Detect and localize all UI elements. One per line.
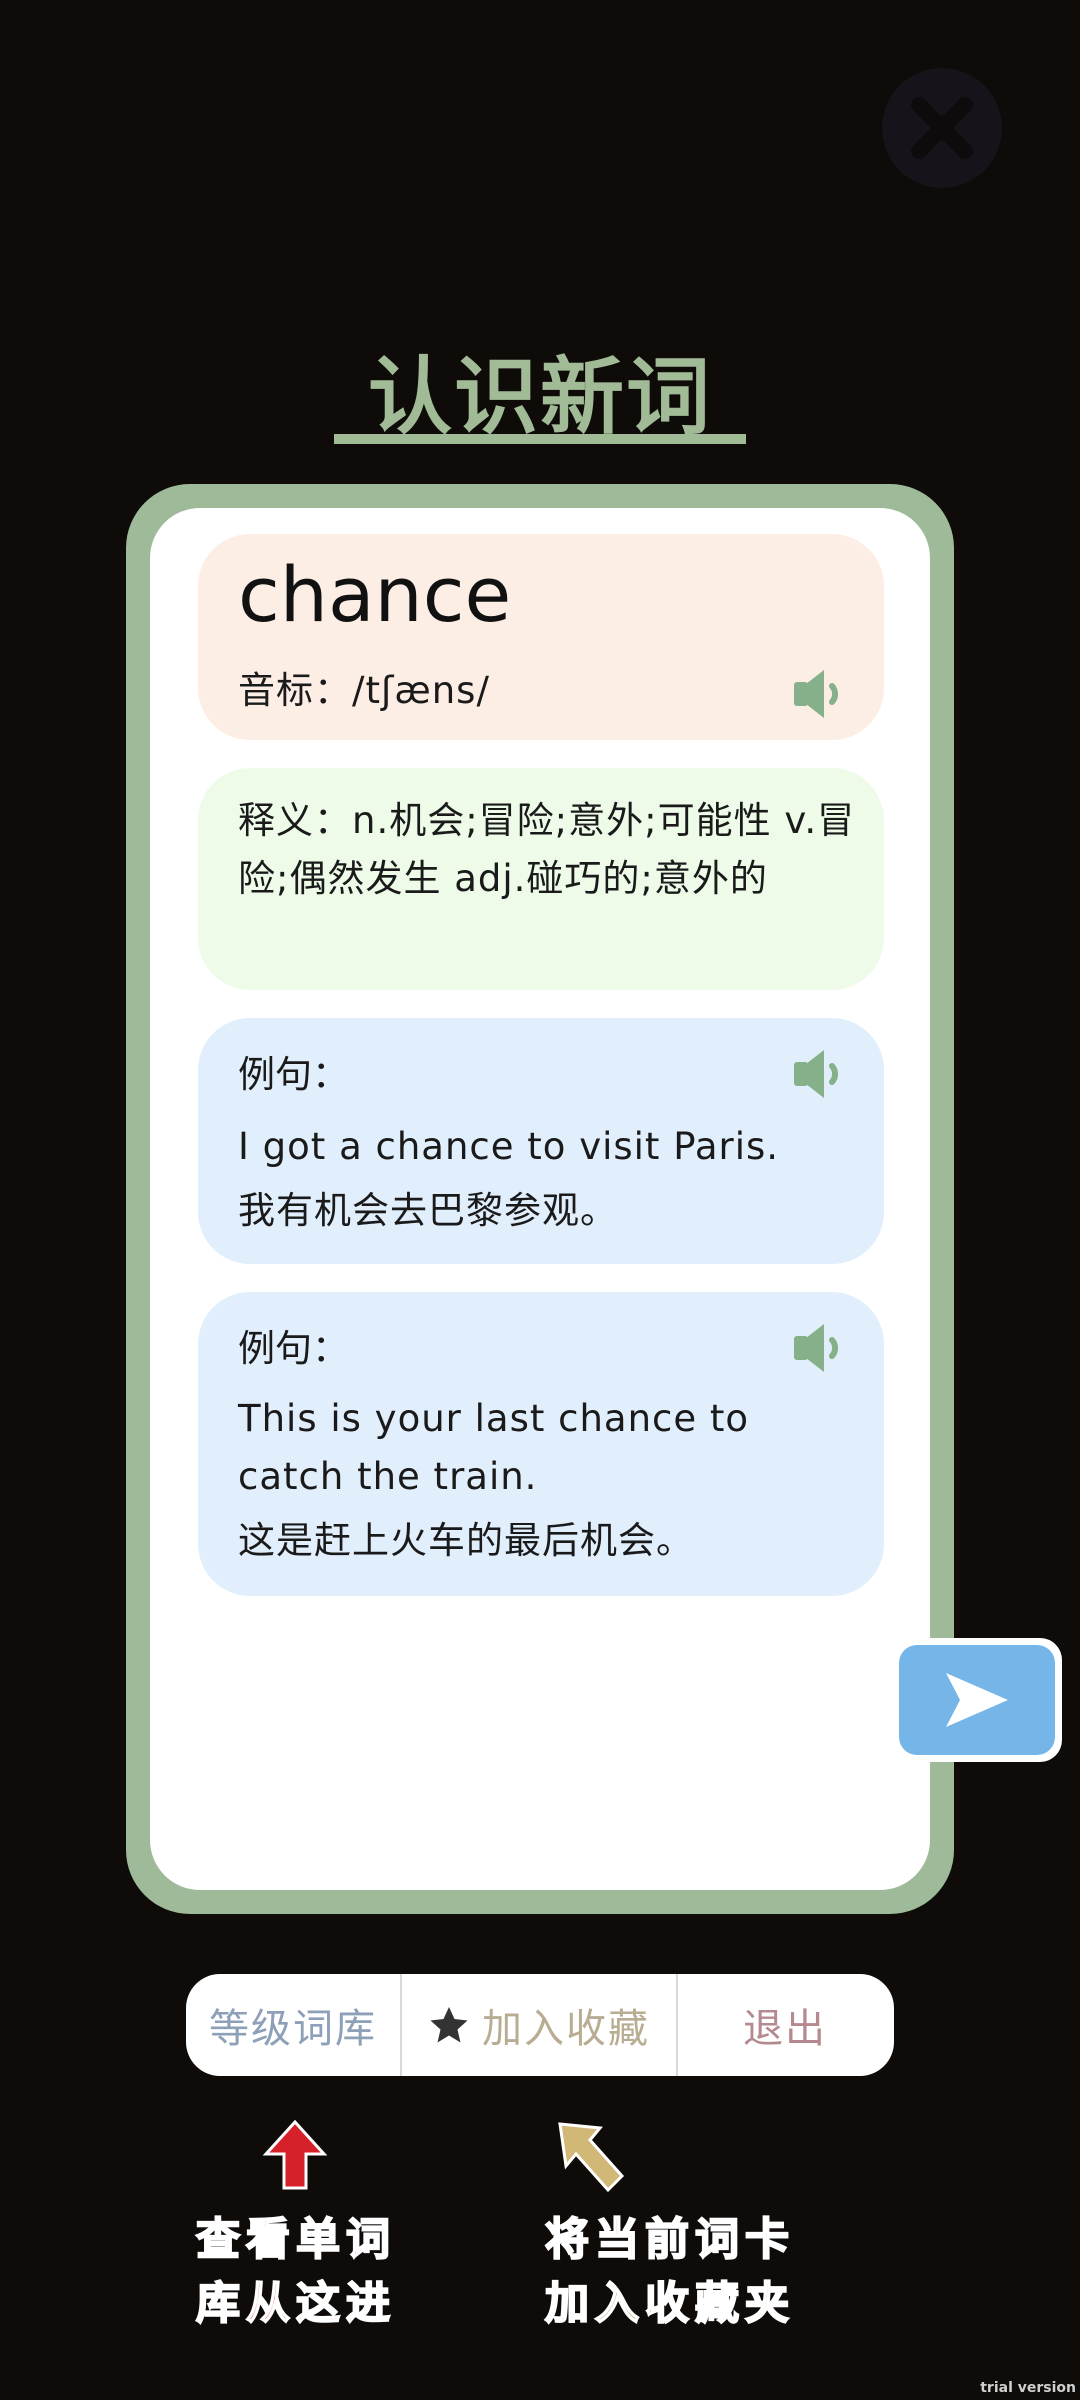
hint-line: 查看单词 — [195, 2213, 396, 2266]
level-wordbank-button[interactable]: 等级词库 — [186, 1974, 400, 2076]
hint-line: 将当前词卡 — [544, 2213, 795, 2266]
phonetic-text: /tʃæns/ — [352, 669, 490, 712]
example-sentence-en: I got a chance to visit Paris. — [238, 1125, 780, 1168]
speaker-icon — [794, 670, 838, 718]
next-button-face — [899, 1645, 1055, 1755]
example-sentence-en: This is your last chance to catch the tr… — [238, 1397, 750, 1498]
bottom-toolbar: 等级词库 加入收藏 退出 — [186, 1974, 894, 2076]
example-2-speaker-button[interactable] — [790, 1316, 854, 1384]
add-favorite-button[interactable]: 加入收藏 — [402, 1974, 676, 2076]
definition-text: 释义：n.机会;冒险;意外;可能性 v.冒险;偶然发生 adj.碰巧的;意外的 — [238, 792, 858, 908]
close-icon — [911, 97, 973, 159]
example-label: 例句： — [238, 1053, 349, 1096]
arrow-up-left-icon — [558, 2122, 625, 2193]
example-sentence-zh: 这是赶上火车的最后机会。 — [238, 1519, 694, 1562]
arrow-up-icon — [262, 2119, 328, 2190]
speaker-icon — [794, 1050, 838, 1098]
hint-line: 库从这进 — [195, 2277, 396, 2330]
trial-watermark: trial version — [980, 2380, 1076, 2396]
phonetic-row: 音标：/tʃæns/ — [238, 660, 490, 714]
send-arrow-icon — [946, 1673, 1008, 1727]
wordbank-hint: 查看单词 库从这进 — [176, 2208, 416, 2336]
example-1-speaker-button[interactable] — [790, 1042, 854, 1110]
favorite-hint: 将当前词卡 加入收藏夹 — [520, 2208, 820, 2336]
star-icon — [430, 2007, 468, 2043]
speaker-icon — [794, 1324, 838, 1372]
example-label: 例句： — [238, 1327, 349, 1370]
hint-line: 加入收藏夹 — [544, 2277, 795, 2330]
word-text: chance — [238, 550, 512, 639]
word-speaker-button[interactable] — [790, 662, 854, 730]
phonetic-label: 音标： — [238, 669, 352, 712]
close-button[interactable] — [882, 68, 1002, 188]
title-underline — [334, 434, 746, 444]
add-favorite-label: 加入收藏 — [482, 2006, 650, 2052]
page-title: 认识新词 — [367, 348, 712, 446]
exit-button[interactable]: 退出 — [678, 1974, 892, 2076]
next-word-button[interactable] — [892, 1638, 1062, 1762]
example-sentence-zh: 我有机会去巴黎参观。 — [238, 1189, 618, 1232]
definition-label: 释义： — [238, 799, 352, 842]
